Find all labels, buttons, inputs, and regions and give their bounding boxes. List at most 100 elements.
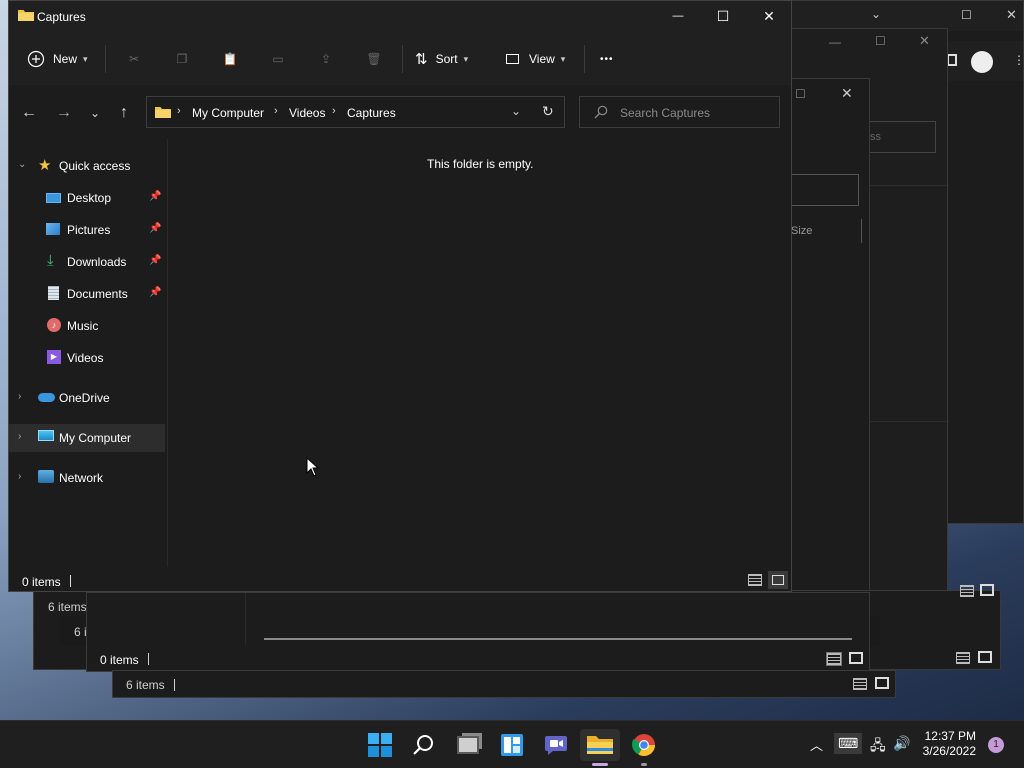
maximize-button[interactable]: ☐ [700, 1, 746, 31]
search-box[interactable]: Search Captures [579, 96, 780, 128]
sidebar-item-downloads[interactable]: ⤓ Downloads 📌 [9, 248, 165, 276]
up-arrow-icon[interactable]: ↑ [112, 101, 136, 125]
sidebar-item-label: Downloads [67, 255, 127, 269]
large-icons-view-icon[interactable] [768, 571, 788, 589]
active-indicator [592, 763, 608, 766]
pin-icon[interactable]: 📌 [149, 223, 161, 234]
sort-button[interactable]: ⇅ Sort ▾ [415, 43, 468, 75]
sidebar-item-my-computer[interactable]: › My Computer [9, 424, 165, 452]
details-view-icon[interactable] [853, 678, 867, 690]
column-header-size[interactable]: Size [791, 225, 812, 237]
maximize-icon[interactable]: ☐ [795, 87, 806, 101]
breadcrumb-chevron-icon[interactable]: › [332, 105, 336, 117]
tiles-view-icon[interactable] [849, 652, 863, 664]
system-clock[interactable]: 12:37 PM 3/26/2022 [923, 729, 976, 759]
recent-locations-chevron-icon[interactable]: ⌄ [83, 101, 107, 125]
chevron-down-icon[interactable]: ⌄ [871, 7, 881, 21]
pin-icon[interactable]: 📌 [149, 287, 161, 298]
pin-icon[interactable]: 📌 [149, 255, 161, 266]
sidebar-item-documents[interactable]: Documents 📌 [9, 280, 165, 308]
empty-folder-message: This folder is empty. [427, 157, 534, 171]
expand-chevron-icon[interactable]: › [18, 391, 21, 402]
toolbar-separator [584, 45, 585, 73]
sidebar-item-onedrive[interactable]: › OneDrive [9, 384, 165, 412]
details-view-icon[interactable] [826, 652, 842, 666]
tiles-view-icon[interactable] [875, 677, 889, 689]
minimize-button[interactable]: — [655, 1, 701, 31]
tiles-view-icon[interactable] [980, 584, 994, 596]
view-button[interactable]: View ▾ [506, 43, 565, 75]
file-list[interactable] [168, 139, 791, 567]
pin-icon[interactable]: 📌 [149, 191, 161, 202]
widgets-button[interactable] [492, 729, 532, 761]
sidebar-item-quick-access[interactable]: ⌄ ★ Quick access [9, 152, 165, 180]
minimize-icon[interactable]: — [829, 35, 841, 49]
teams-chat-button[interactable] [536, 729, 576, 761]
more-icon[interactable]: ⋮ [1013, 53, 1024, 67]
folder-icon [587, 736, 613, 754]
toolbar-separator [105, 45, 106, 73]
search-button[interactable] [404, 729, 444, 761]
breadcrumb-my-computer[interactable]: My Computer [192, 106, 264, 120]
more-options-button[interactable]: ••• [600, 43, 614, 75]
sidebar-item-pictures[interactable]: Pictures 📌 [9, 216, 165, 244]
address-bar[interactable]: › My Computer › Videos › Captures ⌄ ↻ [146, 96, 565, 128]
breadcrumb-videos[interactable]: Videos [289, 106, 325, 120]
account-icon[interactable] [971, 51, 993, 73]
file-explorer-taskbar-button[interactable] [580, 729, 620, 766]
start-button[interactable] [360, 729, 400, 761]
expand-chevron-icon[interactable]: › [18, 471, 21, 482]
task-view-button[interactable] [448, 729, 488, 761]
title-bar[interactable]: Captures — ☐ ✕ [9, 1, 791, 33]
chrome-taskbar-button[interactable] [624, 729, 664, 766]
close-icon[interactable]: ✕ [1006, 7, 1017, 23]
layout-icon[interactable] [947, 54, 957, 66]
sidebar-item-label: Quick access [59, 159, 131, 173]
sidebar-item-desktop[interactable]: Desktop 📌 [9, 184, 165, 212]
keyboard-icon[interactable]: ⌨ [834, 733, 863, 754]
share-icon[interactable]: ⇪ [314, 47, 338, 71]
notification-badge[interactable]: 1 [988, 737, 1004, 753]
forward-arrow-icon[interactable]: → [52, 101, 76, 125]
computer-icon [38, 430, 54, 441]
rename-icon[interactable]: ▭ [266, 47, 290, 71]
copy-icon[interactable]: ❐ [170, 47, 194, 71]
details-view-icon[interactable] [748, 574, 762, 586]
back-arrow-icon[interactable]: ← [17, 101, 41, 125]
view-label: View [529, 52, 555, 66]
sidebar-item-videos[interactable]: ▶ Videos [9, 344, 165, 372]
close-icon[interactable]: ✕ [841, 85, 853, 102]
refresh-icon[interactable]: ↻ [542, 103, 554, 120]
expand-chevron-icon[interactable]: › [18, 431, 21, 442]
star-icon: ★ [38, 157, 52, 174]
tiles-view-icon[interactable] [978, 651, 992, 663]
task-view-icon [457, 736, 479, 754]
volume-icon[interactable]: 🔊 [893, 735, 910, 752]
close-button[interactable]: ✕ [746, 1, 792, 31]
breadcrumb-chevron-icon[interactable]: › [177, 105, 181, 117]
breadcrumb-chevron-icon[interactable]: › [274, 105, 278, 117]
horizontal-scrollbar[interactable] [264, 638, 852, 640]
address-history-chevron-icon[interactable]: ⌄ [511, 104, 521, 118]
network-status-icon[interactable]: 🖧 [870, 735, 886, 759]
documents-icon [48, 286, 59, 300]
new-button[interactable]: New ▾ [27, 43, 88, 75]
details-view-icon[interactable] [956, 652, 970, 664]
sidebar-item-label: Documents [67, 287, 128, 301]
sidebar-item-music[interactable]: ♪ Music [9, 312, 165, 340]
status-item-count: 6 items [126, 678, 165, 692]
close-icon[interactable]: ✕ [919, 33, 930, 49]
sidebar-item-network[interactable]: › Network [9, 464, 165, 492]
background-explorer-c: 0 items [86, 592, 870, 672]
collapse-chevron-icon[interactable]: ⌄ [18, 159, 26, 170]
details-view-icon[interactable] [960, 585, 974, 597]
delete-icon[interactable]: 🗑 [362, 47, 386, 71]
paste-icon[interactable]: 📋 [218, 47, 242, 71]
bg-input-field[interactable] [791, 174, 859, 206]
breadcrumb-captures[interactable]: Captures [347, 106, 396, 120]
taskbar: ︿ ⌨ 🖧 🔊 12:37 PM 3/26/2022 1 [0, 720, 1024, 768]
maximize-icon[interactable]: ☐ [961, 8, 972, 22]
show-hidden-icons-chevron-icon[interactable]: ︿ [810, 735, 823, 754]
cut-icon[interactable]: ✂ [122, 47, 146, 71]
maximize-icon[interactable]: ☐ [875, 34, 886, 48]
